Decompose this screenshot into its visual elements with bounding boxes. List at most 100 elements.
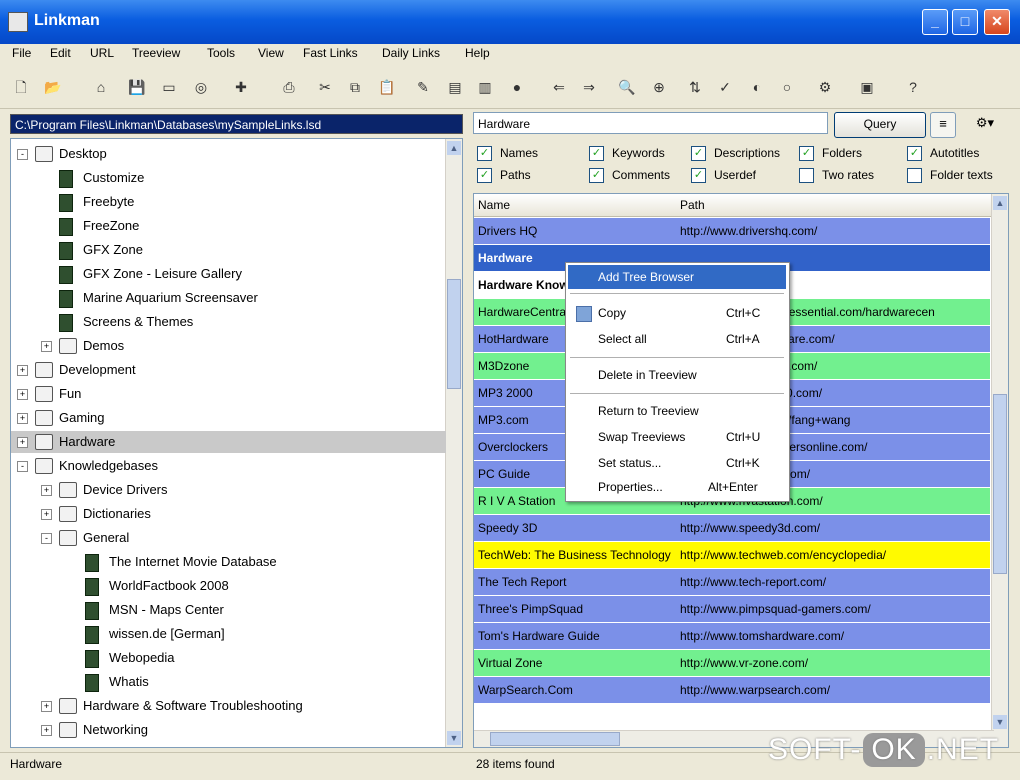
menu-url[interactable]: URL [90,46,114,60]
tree-item[interactable]: + Development [11,359,446,381]
checkbox-checked-icon[interactable]: ✓ [907,146,922,162]
checkbox-checked-icon[interactable]: ✓ [477,146,492,162]
tree-scroll-thumb[interactable] [447,279,461,389]
tree-item[interactable]: + Demos [11,335,446,357]
expand-icon[interactable]: + [41,509,52,520]
tag-icon[interactable]: ✓ [716,78,734,96]
filter-checkbox[interactable]: ✓ Keywords [589,143,665,163]
filter-checkbox[interactable]: ✓ Userdef [691,165,756,185]
table-row[interactable]: Tom's Hardware Guide http://www.tomshardw… [474,623,990,650]
filter-checkbox[interactable]: ✓ Comments [589,165,670,185]
expand-icon[interactable]: + [17,389,28,400]
scroll-up-icon[interactable]: ▲ [447,141,461,155]
filter-checkbox[interactable]: ✓ Autotitles [907,143,979,163]
tree-item[interactable]: wissen.de [German] [11,623,446,645]
column-name-header[interactable]: Name [478,194,510,216]
tree-item[interactable]: Customize [11,167,446,189]
page-icon[interactable]: ▤ [446,78,464,96]
menu-swap-treeviews[interactable]: Swap Treeviews Ctrl+U [568,425,786,449]
menu-delete-in-treeview[interactable]: Delete in Treeview [568,363,786,387]
table-row[interactable]: TechWeb: The Business Technology http://w… [474,542,990,569]
menu-return-to-treeview[interactable]: Return to Treeview [568,399,786,423]
tree-item[interactable]: GFX Zone [11,239,446,261]
tree-item[interactable]: + Gaming [11,407,446,429]
menu-edit[interactable]: Edit [50,46,71,60]
menu-fast-links[interactable]: Fast Links [303,46,358,60]
table-row[interactable]: The Tech Report http://www.tech-report.co… [474,569,990,596]
expand-icon[interactable]: + [41,725,52,736]
checkbox-unchecked-icon[interactable] [907,168,922,184]
menu-copy[interactable]: Copy Ctrl+C [568,301,786,325]
query-button[interactable]: Query [834,112,926,138]
menu-tools[interactable]: Tools [207,46,235,60]
new-icon[interactable]: 🗋 [12,78,30,96]
filter-checkbox[interactable]: ✓ Paths [477,165,531,185]
add-link-icon[interactable]: ✚ [232,78,250,96]
filter-checkbox[interactable]: ✓ Descriptions [691,143,780,163]
grid-scroll-thumb[interactable] [993,394,1007,574]
chart-icon[interactable]: ▥ [476,78,494,96]
tree-item[interactable]: + Fun [11,383,446,405]
tree-item[interactable]: - Desktop [11,143,446,165]
minimize-button[interactable]: _ [922,9,948,35]
column-path-header[interactable]: Path [680,194,705,216]
expand-icon[interactable]: + [41,485,52,496]
tree-item[interactable]: + Dictionaries [11,503,446,525]
tree-item[interactable]: Whatis [11,671,446,693]
checkbox-checked-icon[interactable]: ✓ [477,168,492,184]
menu-daily-links[interactable]: Daily Links [382,46,440,60]
tree-item[interactable]: Screens & Themes [11,311,446,333]
filter-checkbox[interactable]: ✓ Folders [799,143,862,163]
open-icon[interactable]: 📂 [44,78,62,96]
folder-icon[interactable]: ▭ [160,78,178,96]
close-button[interactable]: ✕ [984,9,1010,35]
home-icon[interactable]: ⌂ [92,78,110,96]
paste-icon[interactable]: 📋 [378,78,396,96]
expand-icon[interactable]: + [17,437,28,448]
properties-icon[interactable]: ✎ [414,78,432,96]
copy-icon[interactable]: ⧉ [346,78,364,96]
tree-item[interactable]: FreeZone [11,215,446,237]
arrow-right-icon[interactable]: ⇒ [580,78,598,96]
menu-treeview[interactable]: Treeview [132,46,180,60]
globe-icon[interactable]: ◎ [192,78,210,96]
search-input[interactable]: Hardware [473,112,828,134]
menu-file[interactable]: File [12,46,31,60]
sort-icon[interactable]: ⇅ [686,78,704,96]
expand-icon[interactable]: + [41,701,52,712]
tree-item[interactable]: Webopedia [11,647,446,669]
table-row[interactable]: Three's PimpSquad http://www.pimpsquad-ga… [474,596,990,623]
grid-scrollbar[interactable]: ▲ ▼ [991,194,1008,747]
tree-scrollbar[interactable]: ▲ ▼ [445,139,462,747]
menu-properties[interactable]: Properties... Alt+Enter [568,475,786,499]
save-icon[interactable]: 💾 [128,78,146,96]
options-icon[interactable]: ⚙ [816,78,834,96]
table-row[interactable]: WarpSearch.Com http://www.warpsearch.com/ [474,677,990,704]
table-row[interactable]: Speedy 3D http://www.speedy3d.com/ [474,515,990,542]
checkbox-checked-icon[interactable]: ✓ [799,146,814,162]
tree-item[interactable]: - General [11,527,446,549]
tree-item[interactable]: Freebyte [11,191,446,213]
tree-item[interactable]: + Hardware & Software Troubleshooting [11,695,446,717]
checkbox-checked-icon[interactable]: ✓ [589,146,604,162]
browser-icon[interactable]: ◐ [748,78,766,96]
menu-select-all[interactable]: Select all Ctrl+A [568,327,786,351]
table-row[interactable]: Virtual Zone http://www.vr-zone.com/ [474,650,990,677]
collapse-icon[interactable]: - [41,533,52,544]
arrow-left-icon[interactable]: ⇐ [550,78,568,96]
grid-hscroll-thumb[interactable] [490,732,620,746]
tree-item[interactable]: + Networking [11,719,446,741]
tree-item[interactable]: The Internet Movie Database [11,551,446,573]
menu-view[interactable]: View [258,46,284,60]
expand-icon[interactable]: + [17,413,28,424]
checkbox-unchecked-icon[interactable] [799,168,814,184]
tools-dropdown-icon[interactable]: ⚙▾ [966,112,1004,136]
tree-item[interactable]: + Hardware [11,431,446,453]
filter-icon[interactable]: ≡ [930,112,956,138]
scroll-down-icon[interactable]: ▼ [447,731,461,745]
scroll-down-icon[interactable]: ▼ [993,715,1007,729]
tree-item[interactable]: MSN - Maps Center [11,599,446,621]
checkbox-checked-icon[interactable]: ✓ [589,168,604,184]
tree-item[interactable]: Marine Aquarium Screensaver [11,287,446,309]
checkbox-checked-icon[interactable]: ✓ [691,146,706,162]
